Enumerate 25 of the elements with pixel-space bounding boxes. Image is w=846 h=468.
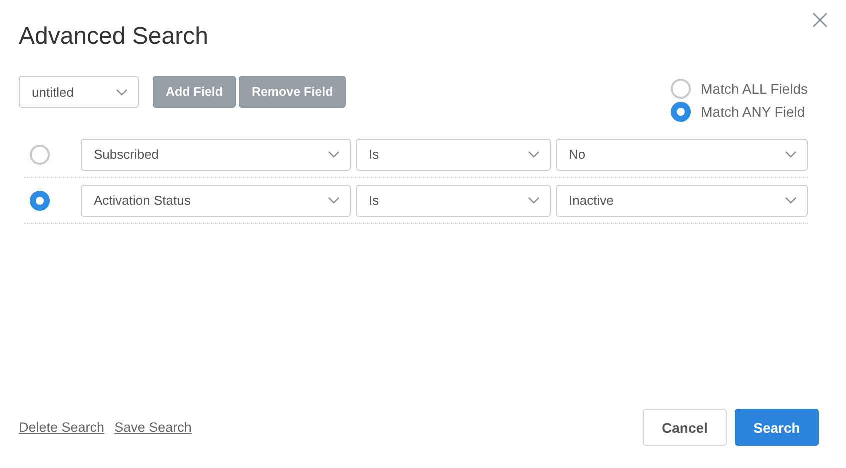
dropdown[interactable]: untitled — [19, 76, 139, 108]
footer-link[interactable]: Delete Search — [19, 420, 105, 435]
chevron-down-icon — [785, 197, 797, 204]
chevron-down-icon — [785, 151, 797, 158]
chevron-down-icon — [528, 151, 540, 158]
dropdown[interactable]: Activation Status — [81, 184, 351, 216]
radio-button[interactable] — [30, 190, 50, 210]
radio-button[interactable] — [30, 144, 50, 164]
radio-label: Match ALL Fields — [701, 81, 808, 97]
radio-label: Match ANY Field — [701, 104, 806, 120]
dropdown[interactable]: Is — [356, 184, 551, 216]
footer-link[interactable]: Save Search — [114, 420, 192, 435]
dropdown[interactable]: Inactive — [556, 184, 808, 216]
chevron-down-icon — [116, 88, 128, 96]
dialog-title: Advanced Search — [19, 22, 208, 52]
radio-button[interactable] — [671, 79, 692, 99]
dropdown[interactable]: Subscribed — [81, 138, 351, 170]
chevron-down-icon — [328, 151, 340, 158]
search-button[interactable]: Search — [735, 409, 819, 446]
chevron-down-icon — [528, 197, 540, 204]
dropdown[interactable]: Is — [356, 138, 551, 170]
chevron-down-icon — [328, 197, 340, 204]
cancel-button[interactable]: Cancel — [643, 409, 727, 446]
dropdown[interactable]: No — [556, 138, 808, 170]
radio-button[interactable] — [671, 102, 692, 122]
